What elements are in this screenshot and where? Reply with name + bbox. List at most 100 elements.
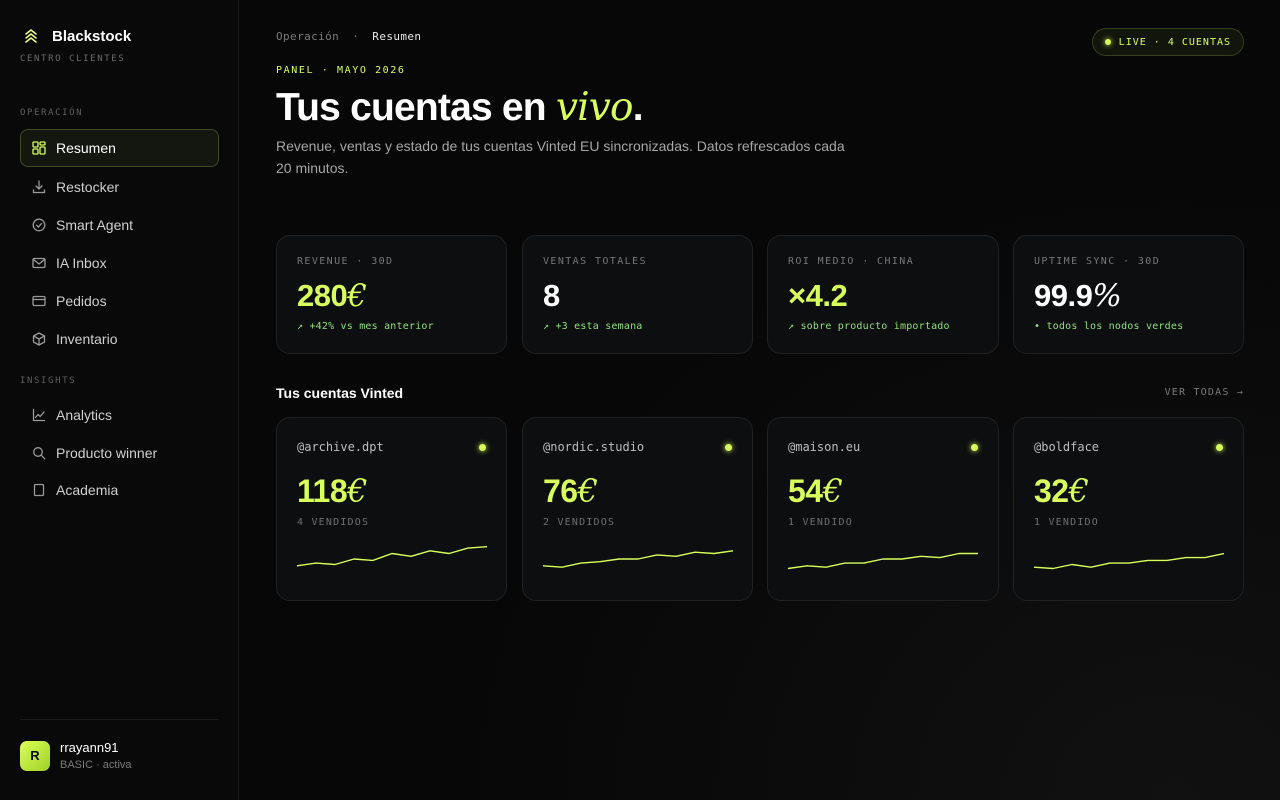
- chart-icon: [30, 406, 48, 424]
- stat-label: REVENUE · 30D: [297, 256, 394, 267]
- account-revenue: 32€: [1034, 472, 1089, 510]
- check-circle-icon: [30, 216, 48, 234]
- account-revenue-unit: €: [822, 472, 843, 510]
- stat-number: 280: [297, 278, 348, 313]
- brand-name: Blackstock: [52, 27, 132, 45]
- stat-label: VENTAS TOTALES: [543, 256, 647, 267]
- stat-card-revenue: REVENUE · 30D 280€ ↗ +42% vs mes anterio…: [276, 235, 507, 354]
- sidebar-item-academia[interactable]: Academia: [20, 471, 219, 509]
- page-title-end: .: [632, 86, 644, 129]
- stat-value: 280€: [297, 278, 367, 314]
- stat-value: ×4.2: [788, 278, 848, 314]
- account-card-boldface[interactable]: @boldface 32€ 1 VENDIDO: [1013, 417, 1244, 601]
- sparkline: [1034, 552, 1224, 570]
- sparkline: [297, 546, 487, 567]
- sidebar-item-analytics[interactable]: Analytics: [20, 396, 219, 434]
- stat-note: ↗ +42% vs mes anterior: [297, 321, 434, 332]
- breadcrumb: Operación · Resumen: [276, 30, 421, 43]
- stat-note: ↗ sobre producto importado: [788, 321, 950, 332]
- user-profile[interactable]: R rrayann91 BASIC · activa: [20, 740, 132, 771]
- account-handle: @nordic.studio: [543, 440, 645, 454]
- stat-label: ROI MEDIO · CHINA: [788, 256, 915, 267]
- sparkline: [788, 552, 978, 570]
- account-revenue-number: 54: [788, 473, 823, 509]
- page-eyebrow: PANEL · MAYO 2026: [276, 65, 406, 76]
- page-title-accent: vivo: [555, 85, 634, 130]
- account-revenue-number: 76: [543, 473, 578, 509]
- avatar: R: [20, 740, 50, 771]
- breadcrumb-separator: ·: [352, 30, 360, 43]
- account-revenue-number: 32: [1034, 473, 1069, 509]
- stat-note: • todos los nodos verdes: [1034, 321, 1184, 332]
- account-revenue: 118€: [297, 472, 367, 510]
- section-label-operacion: OPERACIÓN: [20, 108, 84, 118]
- account-handle: @boldface: [1034, 440, 1100, 454]
- stat-value: 8: [543, 278, 560, 314]
- live-badge-label: LIVE · 4 CUENTAS: [1118, 36, 1231, 48]
- breadcrumb-parent[interactable]: Operación: [276, 30, 339, 43]
- sidebar: Blackstock CENTRO CLIENTES OPERACIÓN Res…: [0, 0, 239, 800]
- account-card-archive[interactable]: @archive.dpt 118€ 4 VENDIDOS: [276, 417, 507, 601]
- page-title: Tus cuentas en vivo.: [276, 85, 644, 130]
- grid-icon: [30, 139, 48, 157]
- sidebar-item-resumen[interactable]: Resumen: [20, 129, 219, 167]
- account-sold-count: 1 VENDIDO: [788, 517, 853, 528]
- account-revenue-unit: €: [1068, 472, 1089, 510]
- stat-card-ventas: VENTAS TOTALES 8 ↗ +3 esta semana: [522, 235, 753, 354]
- sidebar-item-ia-inbox[interactable]: IA Inbox: [20, 244, 219, 282]
- sidebar-item-label: Smart Agent: [56, 217, 134, 233]
- card-icon: [30, 292, 48, 310]
- account-card-nordic[interactable]: @nordic.studio 76€ 2 VENDIDOS: [522, 417, 753, 601]
- mail-icon: [30, 254, 48, 272]
- sidebar-item-label: IA Inbox: [56, 255, 107, 271]
- sparkline-line: [1034, 552, 1224, 570]
- stat-unit: €: [347, 278, 367, 314]
- status-dot-icon: [725, 444, 732, 451]
- user-plan: BASIC · activa: [60, 759, 132, 771]
- sparkline-line: [297, 546, 487, 567]
- stat-number: 99.9: [1034, 278, 1093, 313]
- stat-number: ×4.2: [788, 278, 848, 313]
- account-handle: @archive.dpt: [297, 440, 384, 454]
- see-all-link[interactable]: VER TODAS →: [1165, 387, 1244, 398]
- sidebar-item-inventario[interactable]: Inventario: [20, 320, 219, 358]
- brand[interactable]: Blackstock: [20, 25, 131, 47]
- section-label-insights: INSIGHTS: [20, 376, 77, 386]
- account-sold-count: 1 VENDIDO: [1034, 517, 1099, 528]
- account-revenue: 76€: [543, 472, 598, 510]
- sidebar-item-label: Analytics: [56, 407, 113, 423]
- box-icon: [30, 330, 48, 348]
- account-card-maison[interactable]: @maison.eu 54€ 1 VENDIDO: [767, 417, 999, 601]
- sidebar-item-label: Pedidos: [56, 293, 107, 309]
- breadcrumb-current: Resumen: [372, 30, 422, 43]
- accounts-section-title: Tus cuentas Vinted: [276, 385, 404, 401]
- stat-card-roi: ROI MEDIO · CHINA ×4.2 ↗ sobre producto …: [767, 235, 999, 354]
- stat-note: ↗ +3 esta semana: [543, 321, 643, 332]
- sidebar-item-pedidos[interactable]: Pedidos: [20, 282, 219, 320]
- main-content: Operación · Resumen LIVE · 4 CUENTAS PAN…: [240, 0, 1280, 800]
- search-icon: [30, 444, 48, 462]
- sparkline-line: [543, 550, 733, 568]
- book-icon: [30, 481, 48, 499]
- sparkline-line: [788, 552, 978, 570]
- page-title-main: Tus cuentas en: [276, 86, 556, 129]
- live-status-badge: LIVE · 4 CUENTAS: [1091, 28, 1244, 56]
- stat-card-uptime: UPTIME SYNC · 30D 99.9% • todos los nodo…: [1013, 235, 1244, 354]
- sidebar-item-label: Producto winner: [56, 445, 158, 461]
- live-dot-icon: [1104, 39, 1111, 45]
- account-revenue: 54€: [788, 472, 843, 510]
- stat-unit: %: [1092, 278, 1122, 314]
- sidebar-item-smart-agent[interactable]: Smart Agent: [20, 206, 219, 244]
- account-revenue-unit: €: [347, 472, 367, 510]
- sparkline: [543, 550, 733, 568]
- page-description: Revenue, ventas y estado de tus cuentas …: [276, 138, 845, 176]
- status-dot-icon: [479, 444, 486, 451]
- stat-value: 99.9%: [1034, 278, 1122, 314]
- sidebar-item-restocker[interactable]: Restocker: [20, 168, 219, 206]
- status-dot-icon: [971, 444, 978, 451]
- account-sold-count: 4 VENDIDOS: [297, 517, 370, 528]
- status-dot-icon: [1216, 444, 1223, 451]
- download-icon: [30, 178, 48, 196]
- sidebar-item-producto-winner[interactable]: Producto winner: [20, 434, 219, 472]
- chevrons-up-logo-icon: [20, 25, 42, 47]
